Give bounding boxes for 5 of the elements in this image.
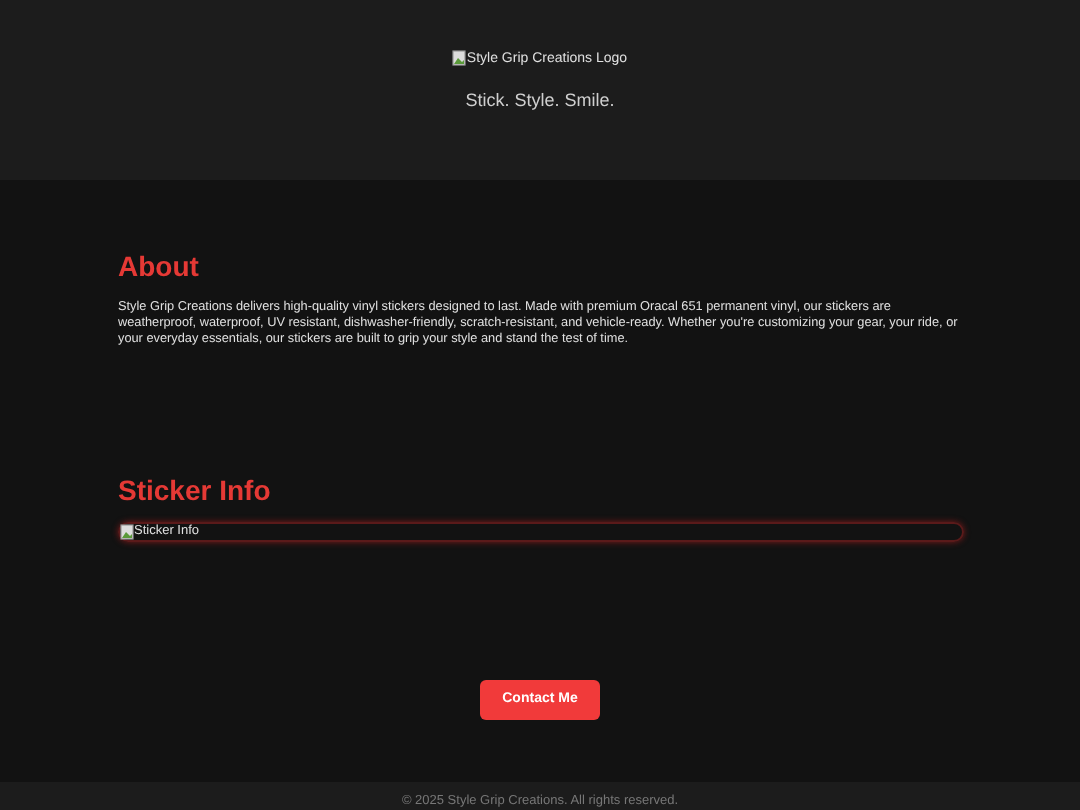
broken-image-icon [120, 524, 134, 540]
section-heading: Sticker Info [118, 476, 273, 504]
section-heading: About [118, 252, 201, 280]
tagline: Stick. Style. Smile. [465, 92, 615, 110]
broken-image-icon [452, 50, 467, 66]
